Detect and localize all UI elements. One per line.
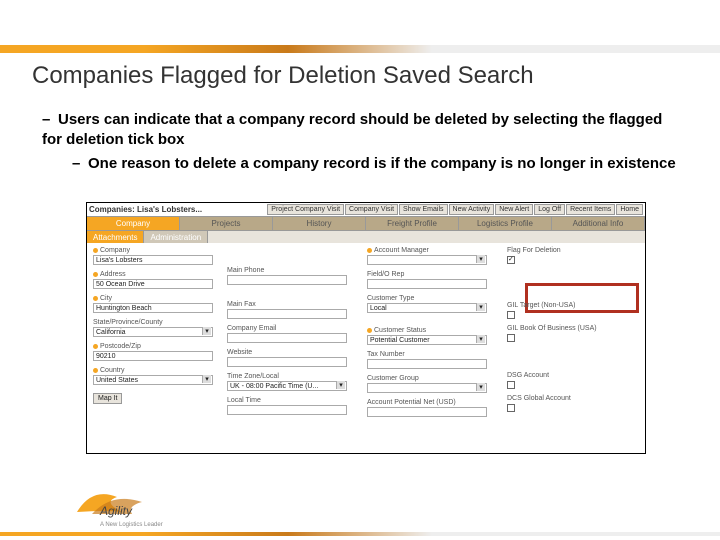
lbl-mainfax: Main Fax bbox=[227, 301, 347, 308]
bullet2-text: One reason to delete a company record is… bbox=[88, 155, 676, 172]
lbl-localtime: Local Time bbox=[227, 397, 347, 404]
lbl-address: Address bbox=[100, 271, 126, 278]
form-area: CompanyLisa's Lobsters Address50 Ocean D… bbox=[87, 243, 645, 453]
app-topbar: Companies: Lisa's Lobsters... Project Co… bbox=[87, 203, 645, 217]
lbl-city: City bbox=[100, 295, 112, 302]
bullet-level-2: –One reason to delete a company record i… bbox=[72, 154, 680, 174]
lbl-custgroup: Customer Group bbox=[367, 375, 487, 382]
subtab-attachments[interactable]: Attachments bbox=[87, 231, 144, 243]
breadcrumb: Companies: Lisa's Lobsters... bbox=[89, 205, 267, 214]
checkbox-gil-target[interactable] bbox=[507, 311, 515, 319]
btn-home[interactable]: Home bbox=[616, 204, 643, 215]
checkbox-gil-bob[interactable] bbox=[507, 334, 515, 342]
column-2: Main Phone Main Fax Company Email Websit… bbox=[227, 247, 347, 421]
select-timezone[interactable]: UK - 08:00 Pacific Time (U... bbox=[227, 381, 347, 391]
btn-company-visit[interactable]: Company Visit bbox=[345, 204, 398, 215]
input-localtime[interactable] bbox=[227, 405, 347, 415]
input-postcode[interactable]: 90210 bbox=[93, 351, 213, 361]
lbl-custstatus: Customer Status bbox=[374, 327, 426, 334]
subtab-row: Attachments Administration bbox=[87, 231, 645, 243]
input-city[interactable]: Huntington Beach bbox=[93, 303, 213, 313]
lbl-state: State/Province/County bbox=[93, 319, 213, 326]
lbl-taxnum: Tax Number bbox=[367, 351, 487, 358]
btn-logoff[interactable]: Log Off bbox=[534, 204, 565, 215]
input-mainphone[interactable] bbox=[227, 275, 347, 285]
checkbox-dcs-global[interactable] bbox=[507, 404, 515, 412]
column-1: CompanyLisa's Lobsters Address50 Ocean D… bbox=[93, 247, 213, 404]
logo-text: Agility bbox=[100, 504, 132, 518]
screenshot: Companies: Lisa's Lobsters... Project Co… bbox=[86, 202, 646, 454]
input-address[interactable]: 50 Ocean Drive bbox=[93, 279, 213, 289]
select-custstatus[interactable]: Potential Customer bbox=[367, 335, 487, 345]
input-mainfax[interactable] bbox=[227, 309, 347, 319]
tab-projects[interactable]: Projects bbox=[180, 217, 273, 230]
top-actions: Project Company Visit Company Visit Show… bbox=[267, 204, 643, 215]
map-it-button[interactable]: Map It bbox=[93, 393, 122, 404]
btn-project-visit[interactable]: Project Company Visit bbox=[267, 204, 344, 215]
lbl-company: Company bbox=[100, 247, 130, 254]
top-divider bbox=[0, 45, 720, 53]
btn-show-emails[interactable]: Show Emails bbox=[399, 204, 447, 215]
slide-title: Companies Flagged for Deletion Saved Sea… bbox=[32, 62, 534, 90]
btn-new-alert[interactable]: New Alert bbox=[495, 204, 533, 215]
subtab-admin[interactable]: Administration bbox=[144, 231, 208, 243]
column-4: Flag For Deletion GIL Target (Non-USA) G… bbox=[507, 247, 637, 418]
lbl-timezone: Time Zone/Local bbox=[227, 373, 347, 380]
btn-new-activity[interactable]: New Activity bbox=[449, 204, 495, 215]
select-custgroup[interactable] bbox=[367, 383, 487, 393]
lbl-flag: Flag For Deletion bbox=[507, 247, 637, 254]
tab-history[interactable]: History bbox=[273, 217, 366, 230]
tab-row: Company Projects History Freight Profile… bbox=[87, 217, 645, 231]
bottom-divider bbox=[0, 532, 720, 536]
select-acctmgr[interactable] bbox=[367, 255, 487, 265]
lbl-dsgacct: DSG Account bbox=[507, 372, 637, 379]
input-email[interactable] bbox=[227, 333, 347, 343]
checkbox-flag-deletion[interactable] bbox=[507, 256, 515, 264]
lbl-acctpotential: Account Potential Net (USD) bbox=[367, 399, 487, 406]
select-state[interactable]: California bbox=[93, 327, 213, 337]
select-country[interactable]: United States bbox=[93, 375, 213, 385]
tab-additional[interactable]: Additional Info bbox=[552, 217, 645, 230]
lbl-website: Website bbox=[227, 349, 347, 356]
lbl-email: Company Email bbox=[227, 325, 347, 332]
logo-tagline: A New Logistics Leader bbox=[100, 522, 163, 528]
column-3: Account Manager Field/O Rep Customer Typ… bbox=[367, 247, 487, 423]
tab-freight[interactable]: Freight Profile bbox=[366, 217, 459, 230]
input-fieldrep[interactable] bbox=[367, 279, 487, 289]
lbl-mainphone: Main Phone bbox=[227, 267, 347, 274]
lbl-postcode: Postcode/Zip bbox=[100, 343, 141, 350]
lbl-giltarget: GIL Target (Non-USA) bbox=[507, 302, 637, 309]
input-acctpotential[interactable] bbox=[367, 407, 487, 417]
lbl-fieldrep: Field/O Rep bbox=[367, 271, 487, 278]
input-company[interactable]: Lisa's Lobsters bbox=[93, 255, 213, 265]
checkbox-dsg[interactable] bbox=[507, 381, 515, 389]
bullet-level-1: –Users can indicate that a company recor… bbox=[42, 110, 680, 149]
tab-logistics[interactable]: Logistics Profile bbox=[459, 217, 552, 230]
input-taxnum[interactable] bbox=[367, 359, 487, 369]
lbl-country: Country bbox=[100, 367, 125, 374]
tab-company[interactable]: Company bbox=[87, 217, 180, 230]
lbl-gilbob: GIL Book Of Business (USA) bbox=[507, 325, 637, 332]
lbl-custtype: Customer Type bbox=[367, 295, 487, 302]
select-custtype[interactable]: Local bbox=[367, 303, 487, 313]
lbl-dcsglobal: DCS Global Account bbox=[507, 395, 637, 402]
btn-recent[interactable]: Recent Items bbox=[566, 204, 615, 215]
input-website[interactable] bbox=[227, 357, 347, 367]
lbl-acctmgr: Account Manager bbox=[374, 247, 429, 254]
bullet1-text: Users can indicate that a company record… bbox=[42, 111, 662, 148]
